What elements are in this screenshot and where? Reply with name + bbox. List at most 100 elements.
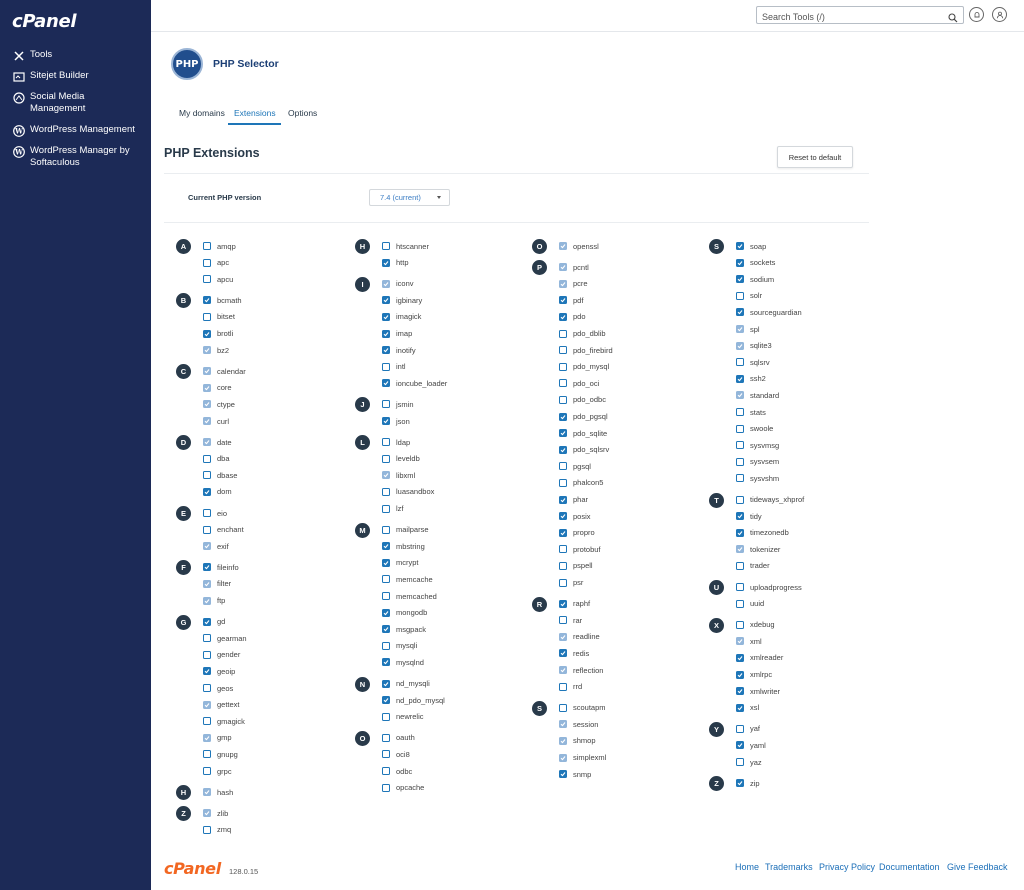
extension-checkbox[interactable] [382, 696, 390, 705]
extension-checkbox[interactable] [382, 542, 390, 551]
extension-checkbox[interactable] [382, 783, 390, 792]
extension-checkbox[interactable] [559, 395, 567, 404]
extension-item[interactable]: sysvsem [736, 456, 779, 468]
search-icon[interactable] [948, 10, 958, 23]
extension-item[interactable]: uuid [736, 598, 764, 610]
extension-item[interactable]: bcmath [203, 294, 242, 306]
reset-to-default-button[interactable]: Reset to default [777, 146, 853, 168]
extension-checkbox[interactable] [559, 462, 567, 471]
extension-item[interactable]: leveldb [382, 453, 420, 465]
extension-item[interactable]: luasandbox [382, 486, 434, 498]
extension-item[interactable]: msgpack [382, 623, 426, 635]
tab-extensions[interactable]: Extensions [234, 108, 276, 118]
extension-checkbox[interactable] [382, 454, 390, 463]
extension-item[interactable]: memcached [382, 590, 437, 602]
extension-checkbox[interactable] [382, 767, 390, 775]
extension-checkbox[interactable] [736, 583, 744, 591]
extension-checkbox[interactable] [382, 575, 390, 584]
extension-item[interactable]: nd_mysqli [382, 678, 430, 690]
extension-item[interactable]: swoole [736, 423, 773, 435]
extension-item[interactable]: gd [203, 616, 225, 628]
extension-checkbox[interactable] [203, 525, 211, 534]
extension-item[interactable]: opcache [382, 782, 424, 794]
extension-checkbox[interactable] [736, 724, 744, 733]
extension-item[interactable]: tideways_xhprof [736, 494, 804, 506]
extension-checkbox[interactable] [736, 599, 744, 608]
extension-checkbox[interactable] [203, 312, 211, 321]
extension-item[interactable]: imap [382, 328, 412, 340]
extension-checkbox[interactable] [203, 258, 211, 267]
extension-item[interactable]: brotli [203, 328, 233, 340]
extension-checkbox[interactable] [559, 429, 567, 438]
extension-item[interactable]: xsl [736, 702, 759, 714]
extension-item[interactable]: pdo_dblib [559, 328, 606, 340]
extension-checkbox[interactable] [736, 291, 744, 300]
extension-item[interactable]: sysvshm [736, 472, 779, 484]
extension-item[interactable]: igbinary [382, 294, 422, 306]
sidebar-item-wordpress-softaculous[interactable]: W WordPress Manager by Softaculous [12, 145, 137, 169]
search-input[interactable] [756, 6, 964, 24]
extension-item[interactable]: pdo_oci [559, 377, 599, 389]
extension-item[interactable]: htscanner [382, 240, 429, 252]
extension-item[interactable]: jsmin [382, 398, 414, 410]
extension-checkbox[interactable] [736, 687, 744, 696]
extension-checkbox[interactable] [203, 684, 211, 692]
extension-item[interactable]: xmlwriter [736, 685, 780, 697]
extension-item[interactable]: scoutapm [559, 702, 606, 714]
extension-checkbox[interactable] [559, 649, 567, 658]
extension-item[interactable]: stats [736, 406, 766, 418]
extension-item[interactable]: mcrypt [382, 557, 419, 569]
extension-checkbox[interactable] [382, 487, 390, 496]
extension-checkbox[interactable] [736, 495, 744, 504]
extension-checkbox[interactable] [382, 379, 390, 388]
extension-checkbox[interactable] [559, 512, 567, 521]
footer-link-home[interactable]: Home [735, 862, 759, 872]
extension-checkbox[interactable] [736, 758, 744, 766]
extension-checkbox[interactable] [736, 561, 744, 570]
extension-checkbox[interactable] [203, 509, 211, 517]
extension-item[interactable]: gnupg [203, 748, 238, 760]
extension-checkbox[interactable] [382, 712, 390, 721]
extension-checkbox[interactable] [382, 608, 390, 617]
extension-item[interactable]: bitset [203, 311, 235, 323]
extension-item[interactable]: gmagick [203, 715, 245, 727]
extension-checkbox[interactable] [382, 329, 390, 338]
footer-link-trademarks[interactable]: Trademarks [765, 862, 813, 872]
extension-item[interactable]: pdo_sqlite [559, 427, 607, 439]
extension-checkbox[interactable] [559, 412, 567, 421]
extension-item[interactable]: raphf [559, 598, 590, 610]
extension-item[interactable]: intl [382, 361, 406, 373]
extension-checkbox[interactable] [736, 779, 744, 788]
extension-item[interactable]: ssh2 [736, 373, 766, 385]
extension-checkbox[interactable] [382, 592, 390, 600]
extension-checkbox[interactable] [559, 445, 567, 454]
extension-checkbox[interactable] [382, 558, 390, 567]
extension-checkbox[interactable] [559, 616, 567, 625]
extension-checkbox[interactable] [382, 525, 390, 534]
extension-item[interactable]: posix [559, 510, 591, 522]
extension-checkbox[interactable] [559, 296, 567, 305]
extension-item[interactable]: nd_pdo_mysql [382, 694, 445, 706]
sidebar-item-wordpress-management[interactable]: W WordPress Management [12, 124, 135, 137]
extension-checkbox[interactable] [736, 258, 744, 267]
extension-checkbox[interactable] [736, 703, 744, 712]
extension-checkbox[interactable] [559, 682, 567, 691]
extension-item[interactable]: lzf [382, 503, 404, 515]
extension-checkbox[interactable] [736, 374, 744, 383]
extension-item[interactable]: snmp [559, 768, 591, 780]
extension-item[interactable]: dba [203, 453, 230, 465]
extension-checkbox[interactable] [736, 408, 744, 416]
extension-checkbox[interactable] [382, 312, 390, 321]
extension-item[interactable]: tidy [736, 510, 762, 522]
tab-options[interactable]: Options [288, 108, 317, 118]
extension-item[interactable]: imagick [382, 311, 421, 323]
extension-item[interactable]: apcu [203, 273, 233, 285]
php-version-select[interactable]: 7.4 (current) [369, 189, 450, 206]
extension-checkbox[interactable] [736, 457, 744, 466]
extension-item[interactable]: dom [203, 486, 232, 498]
extension-checkbox[interactable] [203, 275, 211, 284]
extension-checkbox[interactable] [203, 563, 211, 572]
extension-checkbox[interactable] [203, 487, 211, 496]
extension-item[interactable]: sodium [736, 273, 774, 285]
extension-checkbox[interactable] [382, 438, 390, 447]
